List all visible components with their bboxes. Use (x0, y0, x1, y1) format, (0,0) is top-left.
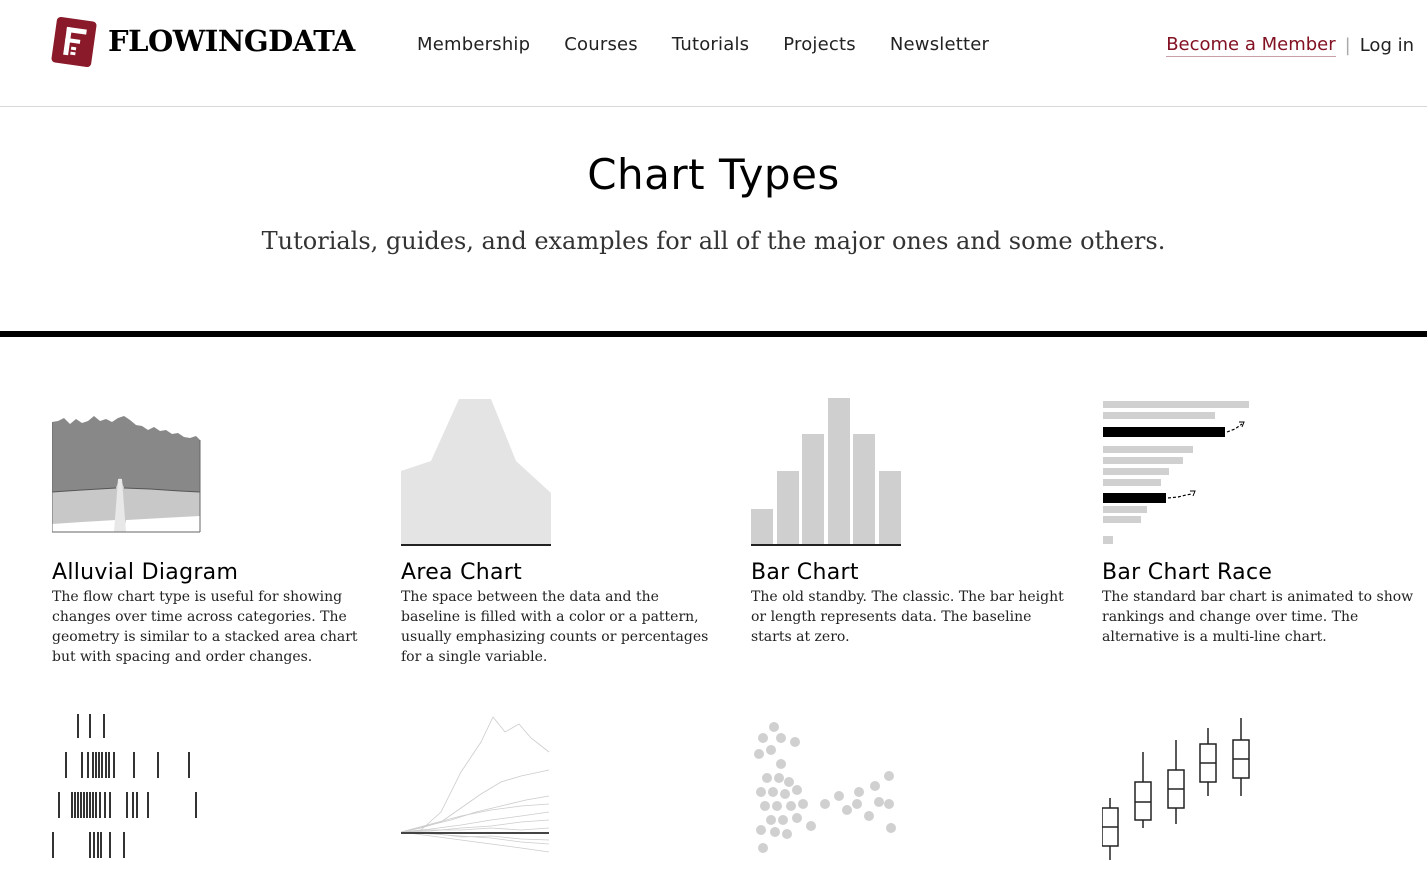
nav-separator: | (1344, 35, 1351, 56)
top-navigation-bar: FLOWINGDATA Membership Courses Tutorials… (0, 0, 1427, 107)
chart-type-card-beeswarm[interactable] (751, 712, 1071, 876)
card-title[interactable]: Bar Chart (751, 560, 1071, 585)
brand-wordmark: FLOWINGDATA (108, 24, 355, 58)
flowingdata-logo-icon (51, 16, 97, 68)
nav-item-newsletter[interactable]: Newsletter (890, 34, 989, 55)
nav-item-membership[interactable]: Membership (417, 34, 530, 55)
main-nav: Membership Courses Tutorials Projects Ne… (417, 34, 1023, 55)
flowingdata-logo[interactable]: FLOWINGDATA (50, 15, 355, 69)
candlestick-chart-icon (1102, 718, 1250, 860)
nav-item-tutorials[interactable]: Tutorials (672, 34, 749, 55)
login-link[interactable]: Log in (1360, 35, 1414, 56)
chart-type-card-alluvial[interactable]: Alluvial Diagram The flow chart type is … (52, 396, 372, 667)
multi-line-chart-icon (401, 716, 550, 853)
bar-chart-race-icon (1103, 401, 1249, 544)
become-member-link[interactable]: Become a Member (1166, 34, 1336, 57)
page-title: Chart Types (587, 150, 840, 199)
chart-type-card-multi-line[interactable] (401, 712, 721, 876)
nav-item-courses[interactable]: Courses (564, 34, 638, 55)
chart-type-card-bar[interactable]: Bar Chart The old standby. The classic. … (751, 396, 1071, 647)
beeswarm-chart-icon (754, 722, 896, 853)
card-title[interactable]: Alluvial Diagram (52, 560, 372, 585)
card-description: The old standby. The classic. The bar he… (751, 589, 1064, 645)
chart-type-card-area[interactable]: Area Chart The space between the data an… (401, 396, 721, 667)
section-divider (0, 331, 1427, 337)
card-title[interactable]: Area Chart (401, 560, 721, 585)
barcode-chart-icon (52, 714, 197, 858)
page-subtitle: Tutorials, guides, and examples for all … (261, 227, 1166, 255)
card-description: The flow chart type is useful for showin… (52, 589, 358, 665)
chart-type-card-bar-race[interactable]: Bar Chart Race The standard bar chart is… (1102, 396, 1422, 647)
alluvial-diagram-icon (52, 416, 201, 533)
bar-chart-icon (751, 398, 901, 546)
card-description: The space between the data and the basel… (401, 589, 709, 665)
nav-item-projects[interactable]: Projects (783, 34, 856, 55)
chart-type-card-candlestick[interactable] (1102, 712, 1422, 876)
card-description: The standard bar chart is animated to sh… (1102, 589, 1414, 645)
account-links: Become a Member | Log in (1166, 34, 1414, 57)
chart-type-card-barcode[interactable] (52, 712, 372, 876)
card-title[interactable]: Bar Chart Race (1102, 560, 1422, 585)
area-chart-icon (401, 399, 551, 546)
